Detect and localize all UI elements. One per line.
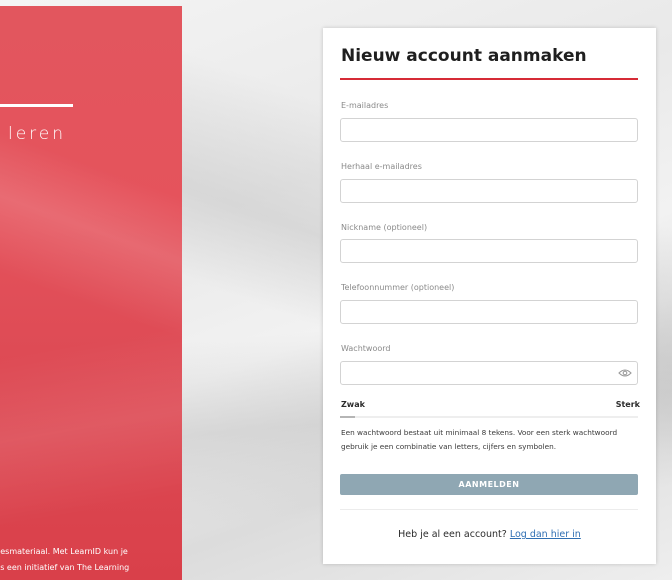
register-card: Nieuw account aanmaken E-mailadres Herha… — [323, 28, 656, 564]
nickname-label: Nickname (optioneel) — [341, 223, 428, 232]
email-label: E-mailadres — [341, 101, 389, 110]
strength-strong-label: Sterk — [615, 400, 640, 409]
footer-line-1: lesmateriaal. Met LearnID kun je — [0, 547, 128, 556]
login-prompt-row: Heb je al een account? Log dan hier in — [323, 529, 656, 540]
eye-icon[interactable] — [618, 368, 632, 378]
page-title: Nieuw account aanmaken — [341, 46, 587, 66]
email-repeat-field[interactable] — [340, 179, 638, 203]
password-hint: Een wachtwoord bestaat uit minimaal 8 te… — [341, 428, 618, 451]
brand-underline — [0, 104, 73, 107]
brand-name: leren — [8, 124, 67, 144]
password-strength-fill — [340, 416, 355, 418]
phone-field[interactable] — [340, 300, 638, 324]
brand-panel-footer: lesmateriaal. Met LearnID kun je is een … — [0, 544, 182, 576]
email-repeat-label: Herhaal e-mailadres — [341, 162, 422, 171]
password-label: Wachtwoord — [341, 344, 391, 353]
nickname-field[interactable] — [340, 239, 638, 263]
password-strength-meter — [340, 416, 638, 418]
title-underline — [340, 78, 638, 80]
phone-label: Telefoonnummer (optioneel) — [341, 283, 455, 292]
email-field[interactable] — [340, 118, 638, 142]
password-field[interactable] — [340, 361, 638, 385]
register-button[interactable]: AANMELDEN — [340, 474, 638, 495]
strength-weak-label: Zwak — [341, 400, 365, 409]
brand-panel: leren lesmateriaal. Met LearnID kun je i… — [0, 6, 182, 580]
login-link[interactable]: Log dan hier in — [510, 529, 581, 540]
login-prompt: Heb je al een account? — [398, 529, 507, 540]
divider — [340, 509, 638, 510]
footer-line-2: is een initiatief van The Learning — [0, 563, 130, 572]
